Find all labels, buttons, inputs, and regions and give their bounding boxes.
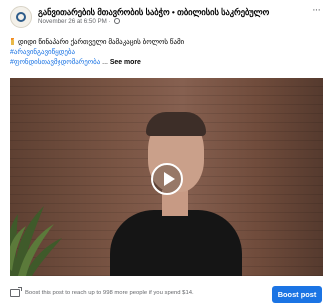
caption-line: #არავინგავიწყდება bbox=[10, 48, 324, 58]
more-options-button[interactable]: ··· bbox=[308, 5, 324, 18]
caption-line: #ფონდისთავმჯდომარეობა ... See more bbox=[10, 58, 324, 68]
boost-post-button[interactable]: Boost post bbox=[272, 286, 322, 303]
play-icon[interactable] bbox=[151, 163, 183, 195]
boost-footer: Boost this post to reach up to 998 more … bbox=[0, 282, 332, 307]
post-timestamp[interactable]: November 26 at 6:50 PM · bbox=[38, 18, 111, 25]
hashtag-link[interactable]: #არავინგავიწყდება bbox=[10, 49, 75, 56]
see-more-link[interactable]: See more bbox=[110, 59, 141, 66]
plant-decoration bbox=[10, 206, 62, 276]
megaphone-icon bbox=[10, 287, 22, 297]
caption-ellipsis: ... bbox=[100, 59, 110, 66]
post-caption: დიდი წინაპარი ქართველი მამაკაცის ბოლოს წ… bbox=[10, 38, 324, 68]
hashtag-link[interactable]: #ფონდისთავმჯდომარეობა bbox=[10, 59, 100, 66]
post-header: განვითარების მთავრობის საბჭო • თბილისის … bbox=[0, 0, 332, 32]
boost-text: Boost this post to reach up to 998 more … bbox=[25, 290, 194, 296]
caption-text: დიდი წინაპარი ქართველი მამაკაცის ბოლოს წ… bbox=[18, 39, 185, 46]
post-card: განვითარების მთავრობის საბჭო • თბილისის … bbox=[0, 0, 332, 307]
post-meta: November 26 at 6:50 PM · bbox=[38, 18, 121, 25]
person-hair bbox=[146, 112, 206, 136]
video-player[interactable] bbox=[10, 78, 323, 276]
logo-icon bbox=[16, 12, 26, 22]
person-shirt bbox=[110, 210, 242, 276]
page-avatar[interactable] bbox=[10, 6, 32, 28]
page-name[interactable]: განვითარების მთავრობის საბჭო • თბილისის … bbox=[38, 7, 269, 17]
caption-line: დიდი წინაპარი ქართველი მამაკაცის ბოლოს წ… bbox=[10, 38, 324, 48]
candle-icon bbox=[10, 38, 15, 45]
globe-icon bbox=[114, 18, 121, 24]
